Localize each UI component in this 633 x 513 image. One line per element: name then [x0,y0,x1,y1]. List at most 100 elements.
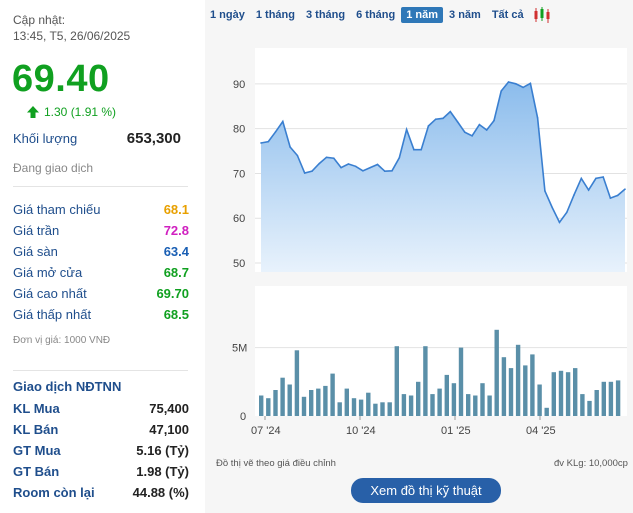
price-point [325,156,328,159]
trading-status: Đang giao dịch [13,161,94,175]
price-point [413,148,415,151]
volume-bar [394,346,399,416]
foreign-row-value: 75,400 [149,401,189,416]
volume-row: Khối lượng 653,300 [13,130,181,147]
period-tabs: 1 ngày 1 tháng 3 tháng 6 tháng 1 năm 3 năm Tất… [205,5,554,25]
chart-panel: 90 80 70 60 50 5M 0 07 '24 10 '24 01 '25 04 '25 1 … [205,0,633,513]
volume-bar [437,388,442,416]
volume-bar [466,394,471,416]
foreign-trading-table: KL Mua 75,400 KL Bán 47,100 GT Mua 5.16 (Tỷ) G… [13,398,189,503]
price-change-value: 1.30 (1.91 %) [44,105,117,119]
foreign-row: GT Bán 1.98 (Tỷ) [13,461,189,482]
volume-bar [587,400,592,416]
price-point [478,123,481,126]
price-row: Giá tham chiếu 68.1 [13,199,189,220]
price-point [624,188,626,190]
price-point [507,81,510,83]
volume-y-tick-label: 5M [232,343,247,355]
tab-period[interactable]: 1 ngày [205,7,250,23]
price-point [427,125,430,127]
volume-bar [451,383,457,416]
price-point [282,120,284,123]
price-point [573,194,575,196]
tab-period[interactable]: 6 tháng [351,7,400,23]
volume-bar [594,390,599,416]
volume-bar [259,395,264,416]
foreign-row-label: GT Bán [13,464,60,479]
price-row-label: Giá sàn [13,244,58,259]
chart-note-left: Đồ thị vẽ theo giá điều chỉnh [216,458,336,469]
price-point [369,166,371,169]
volume-bar [316,388,321,416]
volume-bar [615,380,621,416]
volume-bar [480,383,485,416]
price-point [311,170,313,172]
price-point [558,221,561,224]
candlestick-icon[interactable] [532,6,554,24]
price-y-tick-label: 50 [233,258,245,270]
price-row-value: 63.4 [163,244,189,259]
price-point [580,177,583,180]
price-row: Giá sàn 63.4 [13,241,189,262]
current-price: 69.40 [12,58,110,100]
price-row: Giá mở cửa 68.7 [13,262,189,283]
foreign-row-label: Room còn lại [13,485,95,500]
tab-period[interactable]: 1 tháng [251,7,300,23]
foreign-row: KL Bán 47,100 [13,419,189,440]
volume-bar [551,372,556,416]
price-row: Giá trần 72.8 [13,220,189,241]
price-row-value: 68.7 [163,265,189,280]
foreign-row: KL Mua 75,400 [13,398,189,419]
price-point [383,170,386,172]
volume-bar [301,396,307,416]
price-point [303,172,306,174]
price-row-value: 68.1 [163,202,189,217]
price-point [471,135,473,137]
price-row-value: 69.70 [156,286,189,301]
technical-chart-button[interactable]: Xem đồ thị kỹ thuật [351,478,501,503]
divider [13,370,188,371]
price-point [551,206,553,209]
volume-bar [294,350,300,416]
volume-bar [444,374,449,416]
volume-bar [608,381,614,416]
foreign-trading-title: Giao dịch NĐTNN [13,379,122,394]
volume-bar [515,344,521,416]
price-point [296,154,299,157]
volume-bar [408,395,414,416]
price-point [442,117,444,120]
price-point [333,157,335,160]
tab-period[interactable]: 3 tháng [301,7,350,23]
volume-bar [487,395,492,416]
price-point [536,117,539,119]
price-point [274,130,277,133]
price-table: Giá tham chiếu 68.1 Giá trần 72.8 Giá sàn 63.… [13,199,189,325]
volume-bar [573,368,578,416]
price-point [485,129,488,131]
price-row: Giá cao nhất 69.70 [13,283,189,304]
arrow-up-icon [27,106,39,118]
price-row: Giá thấp nhất 68.5 [13,304,189,325]
volume-value: 653,300 [126,130,181,147]
price-y-tick-label: 70 [233,168,245,180]
price-point [522,86,524,89]
price-point [587,189,590,191]
tab-period[interactable]: 3 năm [444,7,486,23]
price-point [464,131,466,134]
volume-bar [366,392,371,416]
volume-bar [558,370,564,416]
price-point [456,121,459,123]
tab-period[interactable]: 1 năm [401,7,444,23]
volume-bar [387,402,392,416]
volume-bar [601,381,606,416]
price-point [405,128,408,131]
tab-period[interactable]: Tất cả [487,7,529,23]
foreign-row-value: 1.98 (Tỷ) [136,464,189,479]
volume-bar [280,377,285,416]
volume-bar [501,357,507,416]
foreign-row-value: 5.16 (Tỷ) [136,443,189,458]
price-y-tick-label: 90 [233,79,245,91]
price-point [500,90,503,92]
x-tick-label: 04 '25 [526,425,556,437]
price-point [515,83,517,85]
